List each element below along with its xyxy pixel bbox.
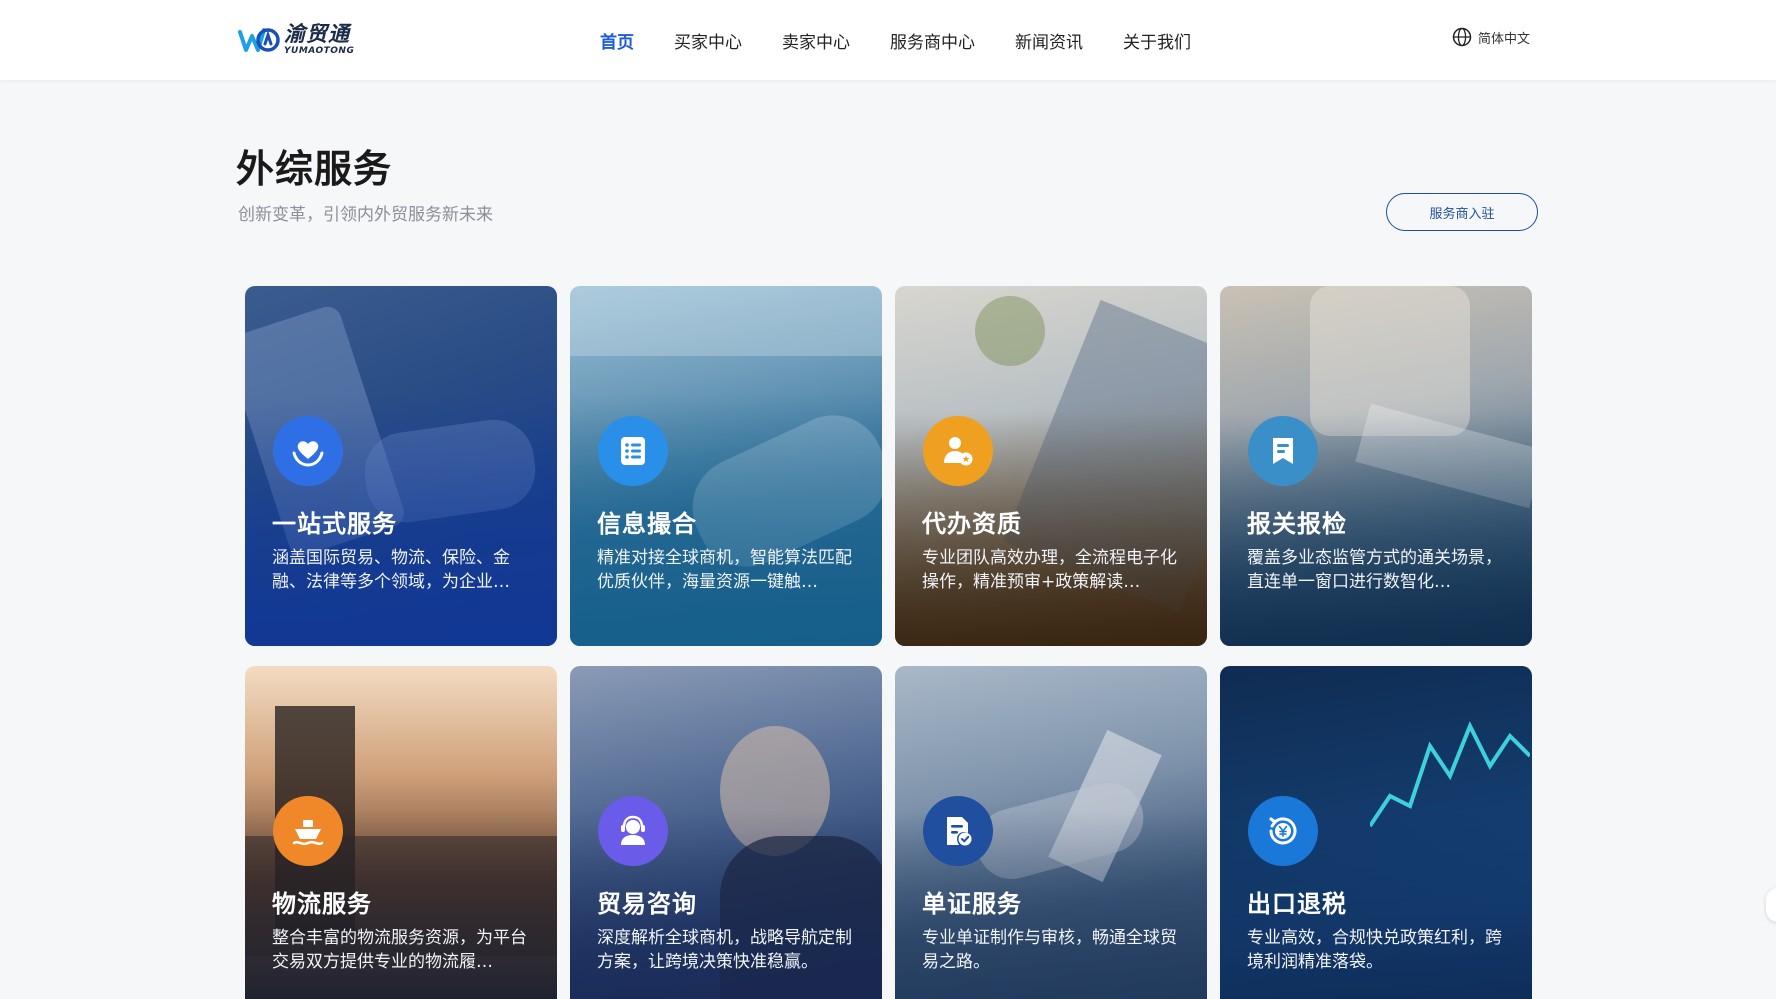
nav-item-news[interactable]: 新闻资讯	[1015, 28, 1083, 53]
card-description: 涵盖国际贸易、物流、保险、金融、法律等多个领域，为企业…	[272, 548, 510, 592]
logo-icon	[238, 28, 280, 52]
card-title: 报关报检	[1247, 510, 1347, 538]
card-description: 覆盖多业态监管方式的通关场景，直连单一窗口进行数智化…	[1247, 548, 1502, 592]
globe-icon	[1452, 27, 1472, 47]
service-card-info-matching[interactable]: 信息撮合 精准对接全球商机，智能算法匹配优质伙伴，海量资源一键触…	[570, 286, 882, 646]
card-title: 信息撮合	[597, 510, 697, 538]
nav-item-home[interactable]: 首页	[600, 28, 634, 53]
card-description: 深度解析全球商机，战略导航定制方案，让跨境决策快准稳赢。	[597, 928, 852, 972]
service-card-one-stop[interactable]: 一站式服务 涵盖国际贸易、物流、保险、金融、法律等多个领域，为企业…	[245, 286, 557, 646]
agent-person-icon	[923, 416, 993, 486]
page-subtitle: 创新变革，引领内外贸服务新未来	[238, 205, 493, 225]
list-document-icon	[598, 416, 668, 486]
card-title: 一站式服务	[272, 510, 397, 538]
service-card-qualification-agency[interactable]: 代办资质 专业团队高效办理，全流程电子化操作，精准预审+政策解读…	[895, 286, 1207, 646]
heart-hand-icon	[273, 416, 343, 486]
bookmark-icon	[1248, 416, 1318, 486]
card-title: 物流服务	[272, 890, 372, 918]
language-label: 简体中文	[1478, 31, 1531, 47]
language-switcher[interactable]: 简体中文	[1452, 27, 1530, 47]
card-title: 单证服务	[922, 890, 1022, 918]
service-card-trade-consulting[interactable]: 贸易咨询 深度解析全球商机，战略导航定制方案，让跨境决策快准稳赢。	[570, 666, 882, 999]
card-title: 出口退税	[1247, 890, 1347, 918]
top-navigation-bar: 渝贸通 YUMAOTONG 首页 买家中心 卖家中心 服务商中心 新闻资讯 关于…	[0, 0, 1776, 80]
floating-side-button[interactable]	[1766, 888, 1776, 922]
card-description: 整合丰富的物流服务资源，为平台交易双方提供专业的物流履…	[272, 928, 527, 972]
nav-item-provider-center[interactable]: 服务商中心	[890, 28, 975, 53]
page-title: 外综服务	[236, 147, 393, 191]
headset-person-icon	[598, 796, 668, 866]
document-check-icon	[923, 796, 993, 866]
service-card-export-tax-refund[interactable]: 出口退税 专业高效，合规快兑政策红利，跨境利润精准落袋。	[1220, 666, 1532, 999]
card-title: 贸易咨询	[597, 890, 697, 918]
logo-name-cn: 渝贸通	[284, 22, 350, 46]
service-card-customs-inspection[interactable]: 报关报检 覆盖多业态监管方式的通关场景，直连单一窗口进行数智化…	[1220, 286, 1532, 646]
card-description: 精准对接全球商机，智能算法匹配优质伙伴，海量资源一键触…	[597, 548, 852, 592]
main-nav: 首页 买家中心 卖家中心 服务商中心 新闻资讯 关于我们	[600, 0, 1231, 80]
site-logo[interactable]: 渝贸通 YUMAOTONG	[236, 22, 354, 58]
card-description: 专业单证制作与审核，畅通全球贸易之路。	[922, 928, 1177, 972]
service-card-logistics[interactable]: 物流服务 整合丰富的物流服务资源，为平台交易双方提供专业的物流履…	[245, 666, 557, 999]
yen-refund-icon	[1248, 796, 1318, 866]
service-card-documents[interactable]: 单证服务 专业单证制作与审核，畅通全球贸易之路。	[895, 666, 1207, 999]
card-title: 代办资质	[922, 510, 1022, 538]
logo-name-en: YUMAOTONG	[284, 46, 355, 56]
card-description: 专业团队高效办理，全流程电子化操作，精准预审+政策解读…	[922, 548, 1177, 592]
nav-item-about-us[interactable]: 关于我们	[1123, 28, 1191, 53]
service-card-grid: 一站式服务 涵盖国际贸易、物流、保险、金融、法律等多个领域，为企业… 信息撮合 …	[245, 286, 1533, 999]
ship-icon	[273, 796, 343, 866]
nav-item-seller-center[interactable]: 卖家中心	[782, 28, 850, 53]
provider-join-button[interactable]: 服务商入驻	[1386, 193, 1538, 231]
nav-item-buyer-center[interactable]: 买家中心	[674, 28, 742, 53]
card-description: 专业高效，合规快兑政策红利，跨境利润精准落袋。	[1247, 928, 1502, 972]
